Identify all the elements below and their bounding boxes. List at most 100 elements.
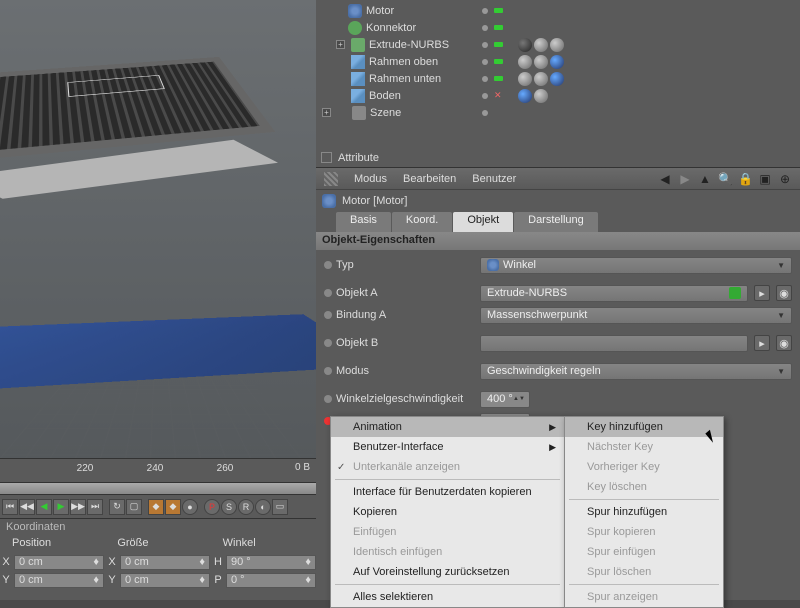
sub-spur-show[interactable]: Spur anzeigen <box>565 587 723 607</box>
autokey-button[interactable]: ◆ <box>165 499 181 515</box>
ctx-kopieren[interactable]: Kopieren <box>331 502 564 522</box>
play-back-button[interactable]: ◀ <box>36 499 52 515</box>
menu-bearbeiten[interactable]: Bearbeiten <box>403 173 456 185</box>
expand-icon[interactable]: + <box>336 40 345 49</box>
ctx-reset[interactable]: Auf Voreinstellung zurücksetzen <box>331 562 564 582</box>
target-button[interactable]: ◉ <box>776 335 792 351</box>
header-position: Position <box>0 537 105 553</box>
tab-koord[interactable]: Koord. <box>392 212 452 232</box>
lock-icon[interactable]: 🔒 <box>738 172 752 186</box>
sub-spur-paste[interactable]: Spur einfügen <box>565 542 723 562</box>
key-scale-button[interactable]: S <box>221 499 237 515</box>
new-icon[interactable]: ▣ <box>758 172 772 186</box>
size-y-input[interactable]: 0 cm♦ <box>120 573 210 588</box>
ctx-interface[interactable]: Benutzer-Interface▶ <box>331 437 564 457</box>
coords-panel-title: Koordinaten <box>0 519 316 537</box>
tree-item-szene[interactable]: +Szene <box>318 104 474 121</box>
picker-button[interactable]: ▸ <box>754 335 770 351</box>
label-bindA: Bindung A <box>336 309 386 321</box>
ctx-identisch[interactable]: Identisch einfügen <box>331 542 564 562</box>
menu-benutzer[interactable]: Benutzer <box>472 173 516 185</box>
loop-button[interactable]: ↻ <box>109 499 125 515</box>
playback-controls: ⏮ ◀◀ ◀ ▶ ▶▶ ⏭ ↻ ▢ ◆ ◆ ● P S R ◐ ▭ <box>0 495 316 519</box>
timeline-ruler[interactable]: 220 240 260 0 B <box>0 459 316 483</box>
header-groesse: Größe <box>105 537 210 553</box>
attribute-menubar: Modus Bearbeiten Benutzer ◀ ▶ ▲ 🔍 🔒 ▣ ⊕ <box>316 168 800 190</box>
attribute-panel-header: Attribute <box>316 148 800 168</box>
tree-item-rahmen-unten[interactable]: Rahmen unten <box>318 70 474 87</box>
cube-icon <box>351 72 365 86</box>
sub-key-next[interactable]: Nächster Key <box>565 437 723 457</box>
field-objB[interactable] <box>480 335 748 352</box>
expand-icon[interactable]: + <box>322 108 331 117</box>
prev-key-button[interactable]: ◀◀ <box>19 499 35 515</box>
sub-key-prev[interactable]: Vorheriger Key <box>565 457 723 477</box>
field-objA[interactable]: Extrude-NURBS <box>480 285 748 302</box>
konnektor-icon <box>348 21 362 35</box>
field-typ[interactable]: Winkel▼ <box>480 257 792 274</box>
ctx-animation[interactable]: Animation▶ <box>331 417 564 437</box>
nurbs-icon <box>351 38 365 52</box>
sub-spur-del[interactable]: Spur löschen <box>565 562 723 582</box>
tab-objekt[interactable]: Objekt <box>453 212 513 232</box>
tree-item-nurbs[interactable]: +Extrude-NURBS <box>318 36 474 53</box>
next-key-button[interactable]: ▶▶ <box>70 499 86 515</box>
tab-darstellung[interactable]: Darstellung <box>514 212 598 232</box>
key-pla-button[interactable]: ▭ <box>272 499 288 515</box>
menu-modus[interactable]: Modus <box>354 173 387 185</box>
nav-back-icon[interactable]: ◀ <box>658 172 672 186</box>
visibility-dots[interactable]: ✕ <box>476 0 516 148</box>
tree-item-konnektor[interactable]: Konnektor <box>318 19 474 36</box>
sub-spur-copy[interactable]: Spur kopieren <box>565 522 723 542</box>
attribute-object-title: Motor [Motor] <box>316 190 800 212</box>
header-winkel: Winkel <box>211 537 316 553</box>
tree-item-motor[interactable]: Motor <box>318 2 474 19</box>
object-manager[interactable]: Motor Konnektor +Extrude-NURBS Rahmen ob… <box>316 0 800 148</box>
tree-item-rahmen-oben[interactable]: Rahmen oben <box>318 53 474 70</box>
key-rot-button[interactable]: R <box>238 499 254 515</box>
timeline-track[interactable] <box>0 483 316 495</box>
nav-up-icon[interactable]: ▲ <box>698 172 712 186</box>
context-menu[interactable]: Animation▶ Benutzer-Interface▶ ✓Unterkan… <box>330 416 565 608</box>
record-button[interactable]: ◆ <box>148 499 164 515</box>
add-icon[interactable]: ⊕ <box>778 172 792 186</box>
goto-end-button[interactable]: ⏭ <box>87 499 103 515</box>
sub-spur-add[interactable]: Spur hinzufügen <box>565 502 723 522</box>
picker-button[interactable]: ▸ <box>754 285 770 301</box>
key-param-button[interactable]: ◐ <box>255 499 271 515</box>
target-button[interactable]: ◉ <box>776 285 792 301</box>
ctx-unterkanaele[interactable]: ✓Unterkanäle anzeigen <box>331 457 564 477</box>
label-objA: Objekt A <box>336 287 378 299</box>
field-modus[interactable]: Geschwindigkeit regeln▼ <box>480 363 792 380</box>
size-x-input[interactable]: 0 cm♦ <box>120 555 210 570</box>
panel-title: Attribute <box>338 152 379 164</box>
key-pos-button[interactable]: P <box>204 499 220 515</box>
viewport-3d[interactable] <box>0 0 316 458</box>
grip-icon[interactable] <box>324 172 338 186</box>
ctx-einfuegen[interactable]: Einfügen <box>331 522 564 542</box>
field-bindA[interactable]: Massenschwerpunkt▼ <box>480 307 792 324</box>
goto-start-button[interactable]: ⏮ <box>2 499 18 515</box>
ctx-copy-ui[interactable]: Interface für Benutzerdaten kopieren <box>331 482 564 502</box>
pos-x-input[interactable]: 0 cm♦ <box>14 555 104 570</box>
ctx-alles[interactable]: Alles selektieren <box>331 587 564 607</box>
tree-item-boden[interactable]: Boden <box>318 87 474 104</box>
material-tags[interactable] <box>516 0 800 148</box>
field-winkel[interactable]: 400 °▲▼ <box>480 391 530 408</box>
play-fwd-button[interactable]: ▶ <box>53 499 69 515</box>
range-button[interactable]: ▢ <box>126 499 142 515</box>
link-icon[interactable] <box>729 287 741 299</box>
panel-toggle-icon[interactable] <box>321 152 332 163</box>
search-icon[interactable]: 🔍 <box>718 172 732 186</box>
rot-p-input[interactable]: 0 °♦ <box>226 573 316 588</box>
pos-y-input[interactable]: 0 cm♦ <box>14 573 104 588</box>
tab-basis[interactable]: Basis <box>336 212 391 232</box>
motor-icon <box>348 4 362 18</box>
sub-key-del[interactable]: Key löschen <box>565 477 723 497</box>
label-objB: Objekt B <box>336 337 378 349</box>
rot-h-input[interactable]: 90 °♦ <box>226 555 316 570</box>
context-submenu-animation[interactable]: Key hinzufügen Nächster Key Vorheriger K… <box>564 416 724 608</box>
sub-key-add[interactable]: Key hinzufügen <box>565 417 723 437</box>
nav-fwd-icon[interactable]: ▶ <box>678 172 692 186</box>
keyframe-button[interactable]: ● <box>182 499 198 515</box>
